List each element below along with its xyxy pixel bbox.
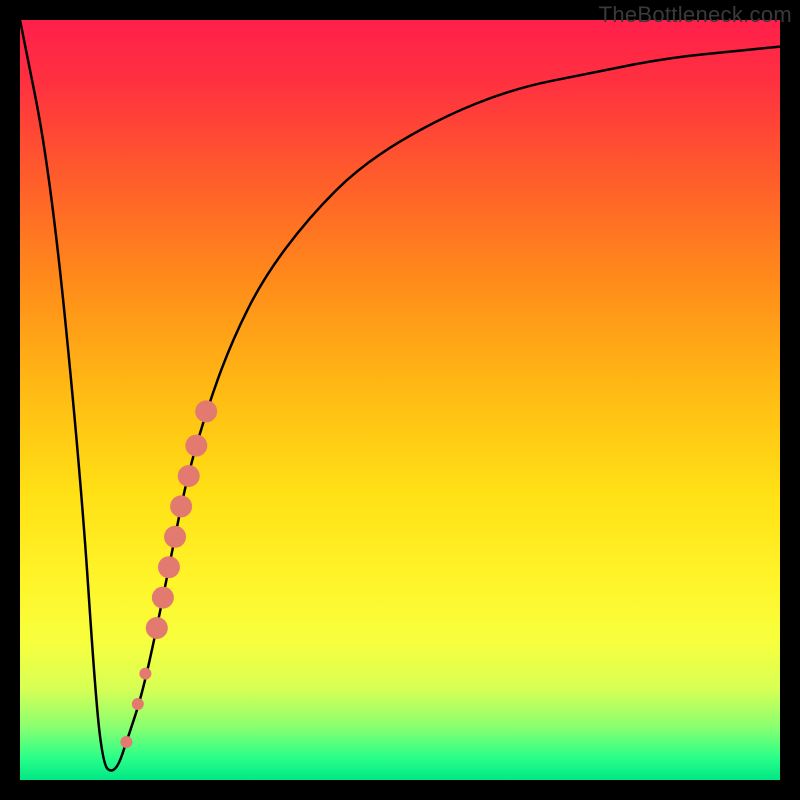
data-marker xyxy=(132,698,144,710)
chart-overlay xyxy=(20,20,780,780)
data-marker xyxy=(152,587,174,609)
data-marker xyxy=(185,435,207,457)
data-marker xyxy=(164,526,186,548)
data-marker xyxy=(195,400,217,422)
watermark-text: TheBottleneck.com xyxy=(599,2,792,28)
data-marker xyxy=(170,495,192,517)
chart-container: TheBottleneck.com xyxy=(0,0,800,800)
data-marker xyxy=(139,668,151,680)
data-marker xyxy=(146,617,168,639)
data-marker xyxy=(120,736,132,748)
data-marker xyxy=(158,556,180,578)
marker-group xyxy=(120,400,217,748)
bottleneck-curve xyxy=(20,20,780,771)
data-marker xyxy=(178,465,200,487)
